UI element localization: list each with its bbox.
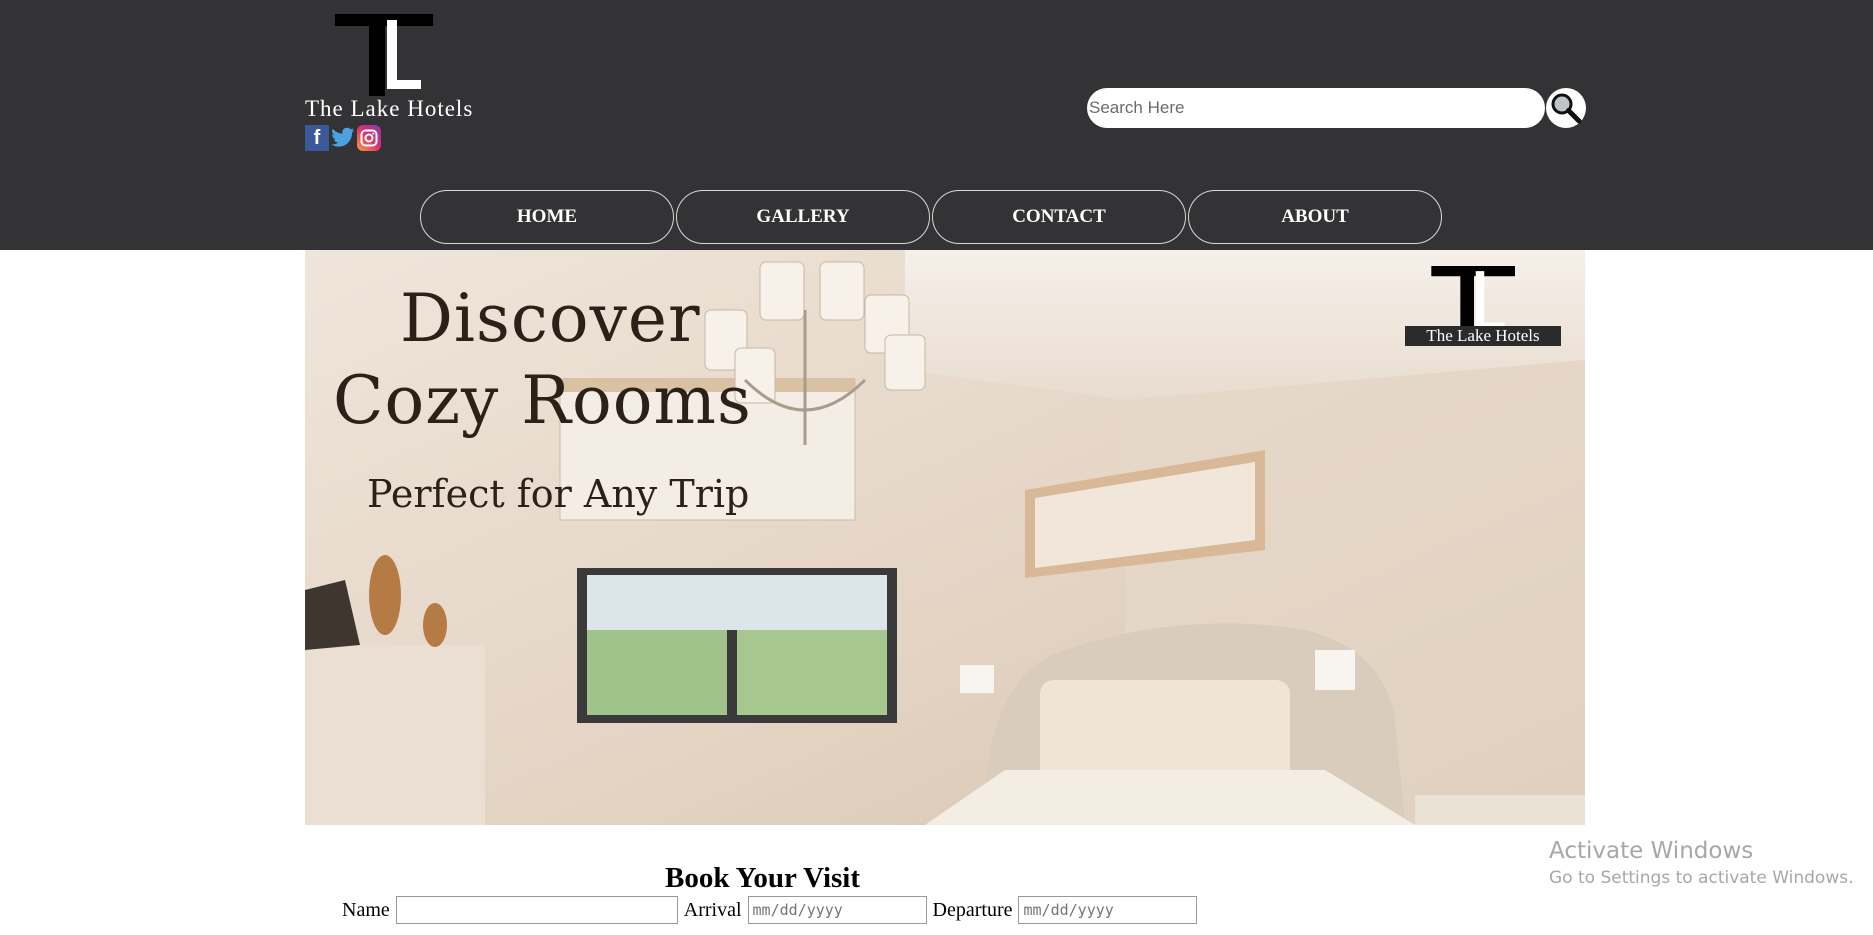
watermark-subtitle: Go to Settings to activate Windows. [1549,868,1854,888]
twitter-icon[interactable] [331,125,355,151]
hero-title-line1: Discover [400,280,701,357]
hero-subtitle: Perfect for Any Trip [367,472,750,516]
search-button[interactable] [1546,88,1586,128]
search-input[interactable] [1087,88,1545,128]
hero-logo: The Lake Hotels [1405,266,1565,352]
arrival-label: Arrival [683,898,742,921]
site-logo[interactable]: The Lake Hotels [305,14,485,124]
name-label: Name [342,898,390,921]
facebook-icon[interactable]: f [305,125,329,151]
watermark-title: Activate Windows [1549,838,1754,864]
nav-contact[interactable]: CONTACT [932,190,1186,244]
booking-title: Book Your Visit [665,862,860,894]
hero-title-line2: Cozy Rooms [333,362,752,439]
main-nav: HOME GALLERY CONTACT ABOUT [420,190,1442,244]
search-icon [1551,93,1582,124]
nav-gallery[interactable]: GALLERY [676,190,930,244]
social-links: f [305,125,381,151]
instagram-icon[interactable] [357,125,381,151]
name-field[interactable] [395,896,678,924]
booking-form: Name Arrival Departure [342,896,1198,924]
logo-mark-icon [335,14,433,96]
logo-text: The Lake Hotels [305,96,474,121]
hero-logo-text: The Lake Hotels [1405,326,1561,346]
departure-label: Departure [932,898,1013,921]
hero-banner: Discover Cozy Rooms Perfect for Any Trip… [305,250,1585,825]
site-header: The Lake Hotels f HOME GALLERY CONTACT A… [0,0,1873,250]
nav-about[interactable]: ABOUT [1188,190,1442,244]
departure-date-field[interactable] [1018,896,1198,924]
nav-home[interactable]: HOME [420,190,674,244]
activate-windows-watermark: Activate Windows Go to Settings to activ… [1549,838,1854,888]
arrival-date-field[interactable] [747,896,927,924]
